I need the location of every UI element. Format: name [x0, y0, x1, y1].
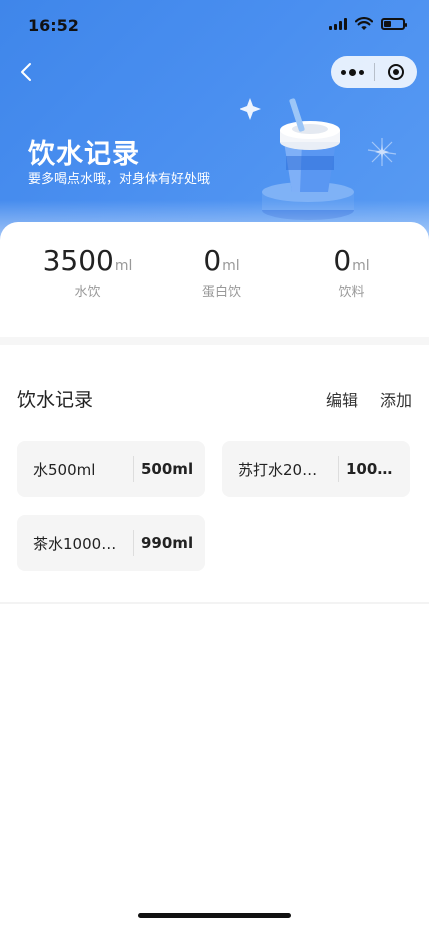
record-card[interactable]: 水500ml 500ml [17, 441, 205, 497]
stat-unit: ml [352, 258, 370, 274]
status-bar: 16:52 [0, 0, 429, 50]
page-subtitle: 要多喝点水哦，对身体有好处哦 [28, 172, 211, 187]
record-card[interactable]: 苏打水2000ml 1000ml [222, 441, 410, 497]
battery-icon [381, 18, 407, 30]
section-divider [0, 602, 429, 604]
stat-label: 饮料 [338, 285, 365, 300]
record-amount: 500ml [141, 460, 194, 478]
records-title: 饮水记录 [17, 389, 94, 411]
status-time: 16:52 [28, 16, 79, 35]
stat-beverage: 0ml 饮料 [280, 244, 423, 300]
records-actions: 编辑 添加 [326, 387, 412, 411]
stat-value: 0 [203, 244, 222, 277]
stat-label: 蛋白饮 [201, 285, 241, 300]
stat-protein: 0ml 蛋白饮 [150, 244, 293, 300]
status-icons [329, 17, 407, 31]
record-name: 苏打水2000ml [238, 460, 322, 479]
back-icon [21, 63, 31, 81]
record-name: 茶水1000ml [33, 534, 117, 553]
stat-value: 3500 [42, 244, 114, 277]
record-amount: 990ml [141, 534, 194, 552]
stat-value: 0 [333, 244, 352, 277]
records-section: 饮水记录 编辑 添加 水500ml 500ml 苏打水2000ml 1000ml… [0, 345, 429, 602]
stat-water: 3500ml 水饮 [16, 244, 159, 300]
home-indicator[interactable] [138, 913, 291, 918]
add-button[interactable]: 添加 [380, 387, 412, 411]
back-button[interactable] [14, 58, 38, 86]
edit-button[interactable]: 编辑 [326, 387, 358, 411]
more-icon [341, 69, 346, 75]
record-name: 水500ml [33, 460, 96, 479]
miniprogram-capsule [331, 56, 417, 88]
record-card[interactable]: 茶水1000ml 990ml [17, 515, 205, 571]
signal-icon [329, 18, 347, 30]
wifi-icon [355, 17, 373, 30]
stat-label: 水饮 [74, 285, 101, 300]
stat-unit: ml [114, 258, 133, 274]
section-divider [0, 337, 429, 345]
page-title: 饮水记录 [28, 139, 140, 170]
target-icon [388, 64, 404, 80]
more-button[interactable] [331, 68, 374, 76]
stats-panel: 3500ml 水饮 0ml 蛋白饮 0ml 饮料 [0, 222, 429, 334]
close-miniprogram-button[interactable] [375, 64, 417, 80]
cup-illustration [240, 98, 397, 220]
record-amount: 1000ml [346, 460, 409, 478]
stat-unit: ml [222, 258, 240, 274]
